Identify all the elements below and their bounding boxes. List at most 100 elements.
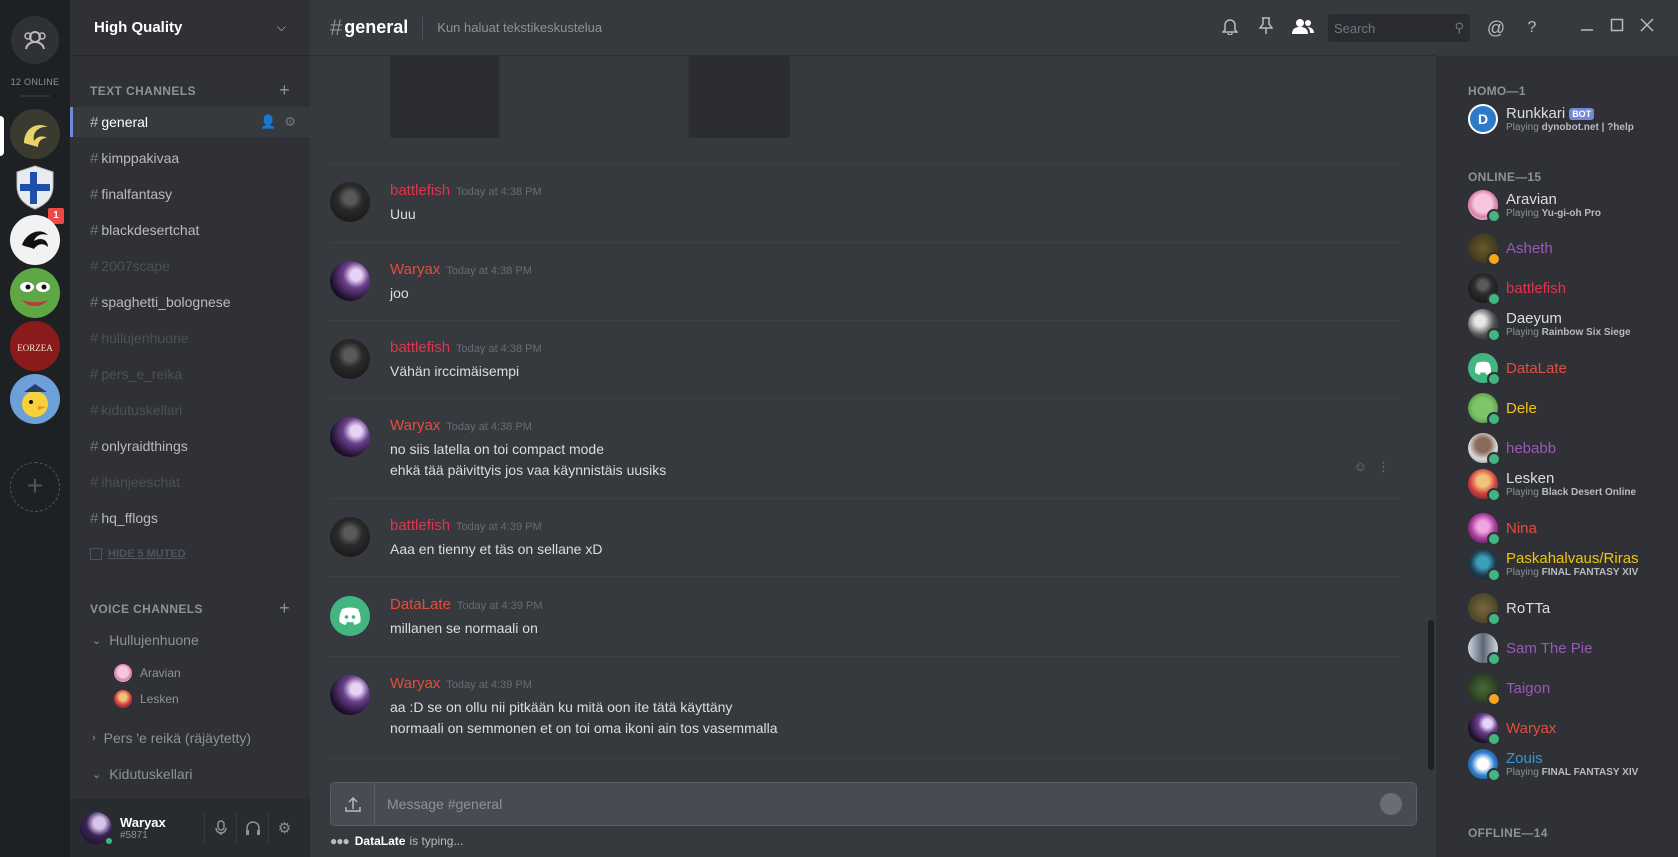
minimize-icon[interactable] bbox=[1580, 18, 1594, 37]
avatar[interactable] bbox=[330, 182, 370, 222]
channel-blackdesertchat[interactable]: # blackdesertchat bbox=[90, 215, 300, 245]
member-item[interactable]: Lesken Playing Black Desert Online bbox=[1468, 469, 1668, 502]
guild-header[interactable]: High Quality ⌵ bbox=[70, 0, 310, 56]
gear-icon[interactable]: ⚙ bbox=[268, 812, 300, 844]
avatar[interactable] bbox=[330, 596, 370, 636]
channel-kimppakivaa[interactable]: # kimppakivaa bbox=[90, 143, 300, 173]
member-item[interactable]: Taigon bbox=[1468, 673, 1668, 706]
channel-hullujenhuone[interactable]: # hullujenhuone bbox=[90, 323, 300, 353]
member-item[interactable]: Asheth bbox=[1468, 233, 1668, 266]
members-icon[interactable] bbox=[1292, 18, 1314, 39]
message[interactable]: Waryax Today at 4:39 PM aa :D se on ollu … bbox=[330, 675, 1400, 745]
headphones-icon[interactable] bbox=[236, 812, 268, 844]
member-item[interactable]: Sam The Pie bbox=[1468, 633, 1668, 666]
channel-topic[interactable]: Kun haluat tekstikeskustelua bbox=[437, 20, 602, 35]
message-author[interactable]: DataLate bbox=[390, 596, 451, 613]
add-channel-icon[interactable]: + bbox=[279, 81, 290, 99]
voice-channels-category[interactable]: VOICE CHANNELS + bbox=[90, 599, 290, 617]
pin-icon[interactable] bbox=[1256, 16, 1276, 40]
emoji-picker-icon[interactable] bbox=[1380, 793, 1402, 815]
member-item[interactable]: Dele bbox=[1468, 393, 1668, 426]
avatar[interactable] bbox=[330, 517, 370, 557]
avatar[interactable] bbox=[80, 812, 114, 846]
server-high-quality-icon[interactable] bbox=[10, 109, 60, 159]
member-item[interactable]: RoTTa bbox=[1468, 593, 1668, 626]
avatar[interactable] bbox=[330, 261, 370, 301]
message-timestamp: Today at 4:38 PM bbox=[456, 186, 542, 198]
member-item[interactable]: Zouis Playing FINAL FANTASY XIV bbox=[1468, 749, 1668, 782]
server-eorzea-icon[interactable]: EORZEA bbox=[10, 321, 60, 371]
microphone-icon[interactable] bbox=[204, 812, 236, 844]
channel-2007scape[interactable]: #2007scape bbox=[90, 251, 300, 281]
message-list[interactable]: battlefish Today at 4:38 PM Uuu Waryax Tod… bbox=[310, 56, 1420, 776]
message-author[interactable]: Waryax bbox=[390, 675, 440, 692]
close-icon[interactable] bbox=[1640, 18, 1654, 37]
scrollbar-thumb[interactable] bbox=[1428, 620, 1434, 770]
invite-icon[interactable]: 👤 bbox=[260, 114, 276, 130]
message[interactable]: Waryax Today at 4:38 PM joo bbox=[330, 261, 1400, 311]
channel-onlyraidthings[interactable]: # onlyraidthings bbox=[90, 431, 300, 461]
online-count: 12 ONLINE bbox=[10, 77, 60, 87]
message-author[interactable]: Waryax bbox=[390, 261, 440, 278]
message[interactable]: DataLate Today at 4:39 PM millanen se nor… bbox=[330, 596, 1400, 646]
voice-user[interactable]: Lesken bbox=[114, 690, 179, 708]
voice-channel-hullujenhuone[interactable]: ⌄ Hullujenhuone bbox=[92, 632, 199, 648]
avatar[interactable] bbox=[330, 339, 370, 379]
message-author[interactable]: battlefish bbox=[390, 339, 450, 356]
server-pepe-icon[interactable] bbox=[10, 268, 60, 318]
member-item[interactable]: Daeyum Playing Rainbow Six Siege bbox=[1468, 309, 1668, 342]
maximize-icon[interactable] bbox=[1610, 18, 1624, 37]
member-item[interactable]: Aravian Playing Yu-gi-oh Pro bbox=[1468, 190, 1668, 223]
voice-channel-kidutuskellari[interactable]: ⌄ Kidutuskellari bbox=[92, 766, 192, 782]
channel-ihanjeeschat[interactable]: # ihanjeeschat bbox=[90, 467, 300, 497]
member-item[interactable]: DataLate bbox=[1468, 353, 1668, 386]
voice-user[interactable]: Aravian bbox=[114, 664, 181, 682]
channel-pers-e-reika[interactable]: # pers_e_reika bbox=[90, 359, 300, 389]
channel-hq-fflogs[interactable]: # hq_fflogs bbox=[90, 503, 300, 533]
message-author[interactable]: battlefish bbox=[390, 182, 450, 199]
member-item[interactable]: battlefish bbox=[1468, 273, 1668, 306]
search-input[interactable] bbox=[1334, 20, 1434, 36]
message-author[interactable]: Waryax bbox=[390, 417, 440, 434]
message[interactable]: battlefish Today at 4:38 PM Uuu bbox=[330, 182, 1400, 232]
mentions-icon[interactable]: @ bbox=[1486, 18, 1506, 39]
message-scrollbar[interactable] bbox=[1426, 60, 1436, 770]
server-dragon-icon[interactable] bbox=[10, 215, 60, 265]
avatar[interactable] bbox=[330, 417, 370, 457]
activity-game: FINAL FANTASY XIV bbox=[1541, 567, 1639, 578]
channel-finalfantasy[interactable]: # finalfantasy bbox=[90, 179, 300, 209]
member-item[interactable]: Paskahalvaus/Riras Playing FINAL FANTASY … bbox=[1468, 549, 1668, 582]
message[interactable]: battlefish Today at 4:39 PM Aaa en tienny… bbox=[330, 517, 1400, 567]
member-item[interactable]: hebabb bbox=[1468, 433, 1668, 466]
preview-sidebar bbox=[390, 56, 498, 138]
message-input[interactable] bbox=[375, 796, 1380, 812]
channel-spaghetti-bolognese[interactable]: # spaghetti_bolognese bbox=[90, 287, 300, 317]
voice-channel-pers-e-reika[interactable]: › Pers 'e reikä (räjäytetty) bbox=[92, 730, 251, 746]
message-author[interactable]: battlefish bbox=[390, 517, 450, 534]
friends-icon[interactable] bbox=[11, 16, 59, 64]
channel-general[interactable]: # general 👤 ⚙ bbox=[70, 107, 310, 137]
avatar[interactable] bbox=[330, 675, 370, 715]
message-timestamp: Today at 4:39 PM bbox=[456, 521, 542, 533]
upload-icon[interactable] bbox=[331, 783, 375, 825]
member-item[interactable]: Nina bbox=[1468, 513, 1668, 546]
more-options-icon[interactable]: ⋮ bbox=[1377, 459, 1390, 475]
channel-kidutuskellari[interactable]: # kidutuskellari bbox=[90, 395, 300, 425]
server-finland-icon[interactable] bbox=[10, 162, 60, 212]
add-reaction-icon[interactable]: ☺ bbox=[1354, 459, 1367, 475]
member-item[interactable]: Waryax bbox=[1468, 713, 1668, 746]
embedded-image[interactable] bbox=[390, 56, 790, 138]
hide-muted-link[interactable]: HIDE 5 MUTED bbox=[90, 548, 186, 560]
message[interactable]: battlefish Today at 4:38 PM Vähän irccimä… bbox=[330, 339, 1400, 389]
notification-bell-icon[interactable] bbox=[1220, 17, 1240, 40]
gear-icon[interactable]: ⚙ bbox=[284, 114, 296, 130]
add-server-button[interactable]: + bbox=[10, 462, 60, 512]
member-item[interactable]: D Runkkari BOT Playing dynobot.net | ?hel… bbox=[1468, 104, 1668, 134]
server-duck-icon[interactable] bbox=[10, 374, 60, 424]
message-text: Vähän irccimäisempi bbox=[390, 361, 519, 382]
search-box[interactable]: ⚲ bbox=[1328, 14, 1470, 42]
add-channel-icon[interactable]: + bbox=[279, 599, 290, 617]
text-channels-category[interactable]: TEXT CHANNELS + bbox=[90, 81, 290, 99]
message[interactable]: Waryax Today at 4:38 PM no siis latella o… bbox=[330, 417, 1400, 487]
help-icon[interactable]: ? bbox=[1522, 19, 1542, 37]
